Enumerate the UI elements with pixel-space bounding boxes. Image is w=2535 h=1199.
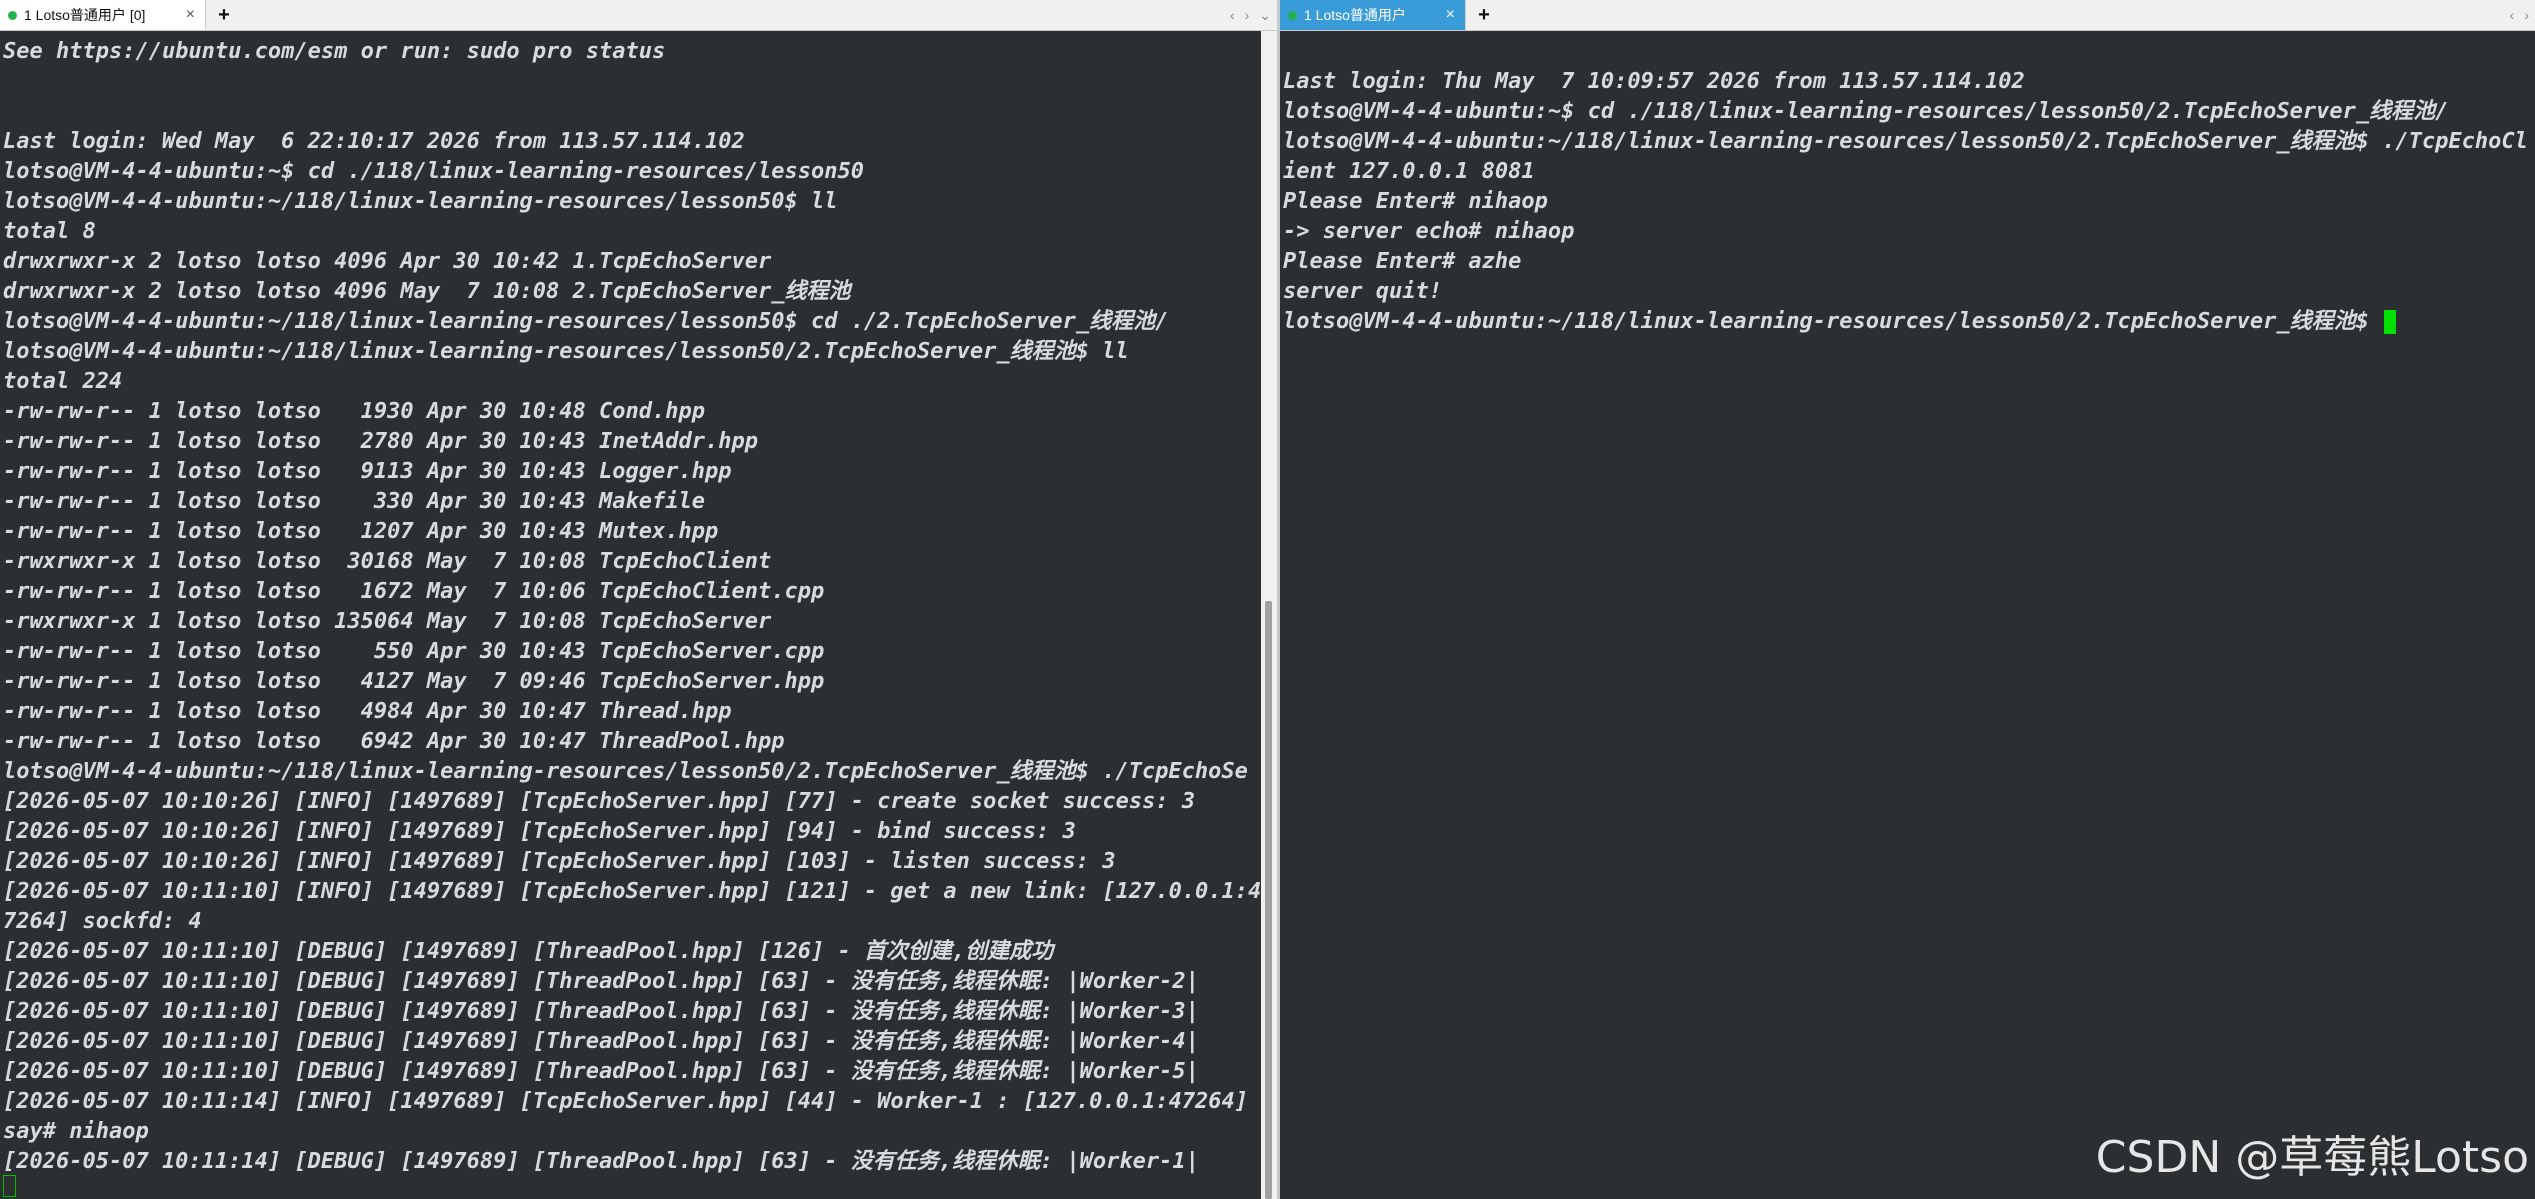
connected-status-icon [1288, 10, 1297, 20]
terminal-line: [2026-05-07 10:10:26] [INFO] [1497689] [… [3, 849, 1116, 874]
terminal-line: -rw-rw-r-- 1 lotso lotso 2780 Apr 30 10:… [3, 429, 758, 454]
next-tab-icon[interactable]: › [2524, 7, 2529, 23]
terminal-line: [2026-05-07 10:11:10] [INFO] [1497689] [… [3, 879, 1262, 904]
terminal-line: Last login: Wed May 6 22:10:17 2026 from… [3, 129, 745, 154]
prev-tab-icon[interactable]: ‹ [1230, 7, 1235, 23]
prompt-text: lotso@VM-4-4-ubuntu:~/118/linux-learning… [1283, 309, 2383, 334]
terminal-line: ient 127.0.0.1 8081 [1283, 159, 1535, 184]
left-scrollbar[interactable] [1261, 31, 1277, 1199]
terminal-line: lotso@VM-4-4-ubuntu:~/118/linux-learning… [1283, 129, 2528, 154]
terminal-cursor [2384, 310, 2397, 334]
left-terminal-output[interactable]: See https://ubuntu.com/esm or run: sudo … [0, 31, 1277, 1199]
connected-status-icon [8, 10, 17, 20]
left-terminal-pane[interactable]: 1 Lotso普通用户 [0] × + ‹ › ⌄ See https://ub… [0, 0, 1277, 1199]
terminal-line: Please Enter# azhe [1283, 249, 1522, 274]
terminal-line: drwxrwxr-x 2 lotso lotso 4096 Apr 30 10:… [3, 249, 772, 274]
right-terminal-output[interactable]: Last login: Thu May 7 10:09:57 2026 from… [1280, 31, 2535, 1199]
terminal-line: -rw-rw-r-- 1 lotso lotso 6942 Apr 30 10:… [3, 729, 785, 754]
left-tab-nav: ‹ › ⌄ [1230, 0, 1271, 30]
add-tab-button[interactable]: + [212, 0, 236, 30]
terminal-line: -rw-rw-r-- 1 lotso lotso 550 Apr 30 10:4… [3, 639, 825, 664]
terminal-line: -rw-rw-r-- 1 lotso lotso 9113 Apr 30 10:… [3, 459, 732, 484]
right-tab-nav: ‹ › [2510, 0, 2529, 30]
terminal-line: Last login: Thu May 7 10:09:57 2026 from… [1283, 69, 2025, 94]
terminal-line: -rw-rw-r-- 1 lotso lotso 330 Apr 30 10:4… [3, 489, 705, 514]
right-tab-label: 1 Lotso普通用户 [1304, 7, 1406, 23]
left-session-tab[interactable]: 1 Lotso普通用户 [0] × [0, 0, 206, 30]
terminal-line: lotso@VM-4-4-ubuntu:~/118/linux-learning… [3, 759, 1248, 784]
terminal-line: lotso@VM-4-4-ubuntu:~$ cd ./118/linux-le… [1283, 99, 2449, 124]
terminal-line: -rw-rw-r-- 1 lotso lotso 1672 May 7 10:0… [3, 579, 825, 604]
terminal-line: Please Enter# nihaop [1283, 189, 1548, 214]
close-tab-icon[interactable]: × [186, 7, 195, 23]
tab-menu-icon[interactable]: ⌄ [1259, 7, 1271, 24]
left-tab-label: 1 Lotso普通用户 [0] [24, 7, 146, 23]
left-terminal-cursor [3, 1175, 16, 1197]
terminal-line: [2026-05-07 10:11:10] [DEBUG] [1497689] … [3, 999, 1199, 1024]
terminal-line: lotso@VM-4-4-ubuntu:~/118/linux-learning… [3, 309, 1169, 334]
terminal-line: -> server echo# nihaop [1283, 219, 1575, 244]
terminal-line: -rw-rw-r-- 1 lotso lotso 4984 Apr 30 10:… [3, 699, 732, 724]
add-tab-button[interactable]: + [1472, 0, 1496, 30]
terminal-prompt-line[interactable]: lotso@VM-4-4-ubuntu:~/118/linux-learning… [1283, 307, 2532, 337]
terminal-line: See https://ubuntu.com/esm or run: sudo … [3, 39, 666, 64]
terminal-line: [2026-05-07 10:10:26] [INFO] [1497689] [… [3, 819, 1076, 844]
terminal-line: [2026-05-07 10:11:10] [DEBUG] [1497689] … [3, 939, 1054, 964]
terminal-line: lotso@VM-4-4-ubuntu:~$ cd ./118/linux-le… [3, 159, 864, 184]
terminal-line: lotso@VM-4-4-ubuntu:~/118/linux-learning… [3, 189, 838, 214]
terminal-line: -rwxrwxr-x 1 lotso lotso 30168 May 7 10:… [3, 549, 772, 574]
terminal-line: -rwxrwxr-x 1 lotso lotso 135064 May 7 10… [3, 609, 772, 634]
terminal-line: server quit! [1283, 279, 1442, 304]
left-scrollbar-thumb[interactable] [1265, 601, 1272, 1199]
terminal-line: [2026-05-07 10:11:10] [DEBUG] [1497689] … [3, 1029, 1199, 1054]
terminal-line: [2026-05-07 10:11:14] [DEBUG] [1497689] … [3, 1149, 1199, 1174]
right-session-tab[interactable]: 1 Lotso普通用户 × [1280, 0, 1466, 30]
terminal-line: total 224 [3, 369, 123, 394]
terminal-line: 7264] sockfd: 4 [3, 909, 202, 934]
terminal-line: total 8 [3, 219, 96, 244]
next-tab-icon[interactable]: › [1245, 7, 1250, 23]
terminal-line: [2026-05-07 10:11:10] [DEBUG] [1497689] … [3, 969, 1199, 994]
left-tab-bar: 1 Lotso普通用户 [0] × + ‹ › ⌄ [0, 0, 1277, 31]
prev-tab-icon[interactable]: ‹ [2510, 7, 2515, 23]
terminal-line: [2026-05-07 10:11:14] [INFO] [1497689] [… [3, 1089, 1249, 1114]
terminal-line: [2026-05-07 10:10:26] [INFO] [1497689] [… [3, 789, 1196, 814]
terminal-line: drwxrwxr-x 2 lotso lotso 4096 May 7 10:0… [3, 279, 851, 304]
terminal-line: lotso@VM-4-4-ubuntu:~/118/linux-learning… [3, 339, 1129, 364]
right-terminal-pane[interactable]: 1 Lotso普通用户 × + ‹ › Last login: Thu May … [1280, 0, 2535, 1199]
right-tab-bar: 1 Lotso普通用户 × + ‹ › [1280, 0, 2535, 31]
watermark: CSDN @草莓熊Lotso [2095, 1132, 2529, 1183]
terminal-line: say# nihaop [3, 1119, 149, 1144]
terminal-line: [2026-05-07 10:11:10] [DEBUG] [1497689] … [3, 1059, 1199, 1084]
terminal-line: -rw-rw-r-- 1 lotso lotso 1930 Apr 30 10:… [3, 399, 705, 424]
close-tab-icon[interactable]: × [1446, 7, 1455, 23]
terminal-line: -rw-rw-r-- 1 lotso lotso 4127 May 7 09:4… [3, 669, 825, 694]
terminal-line: -rw-rw-r-- 1 lotso lotso 1207 Apr 30 10:… [3, 519, 719, 544]
